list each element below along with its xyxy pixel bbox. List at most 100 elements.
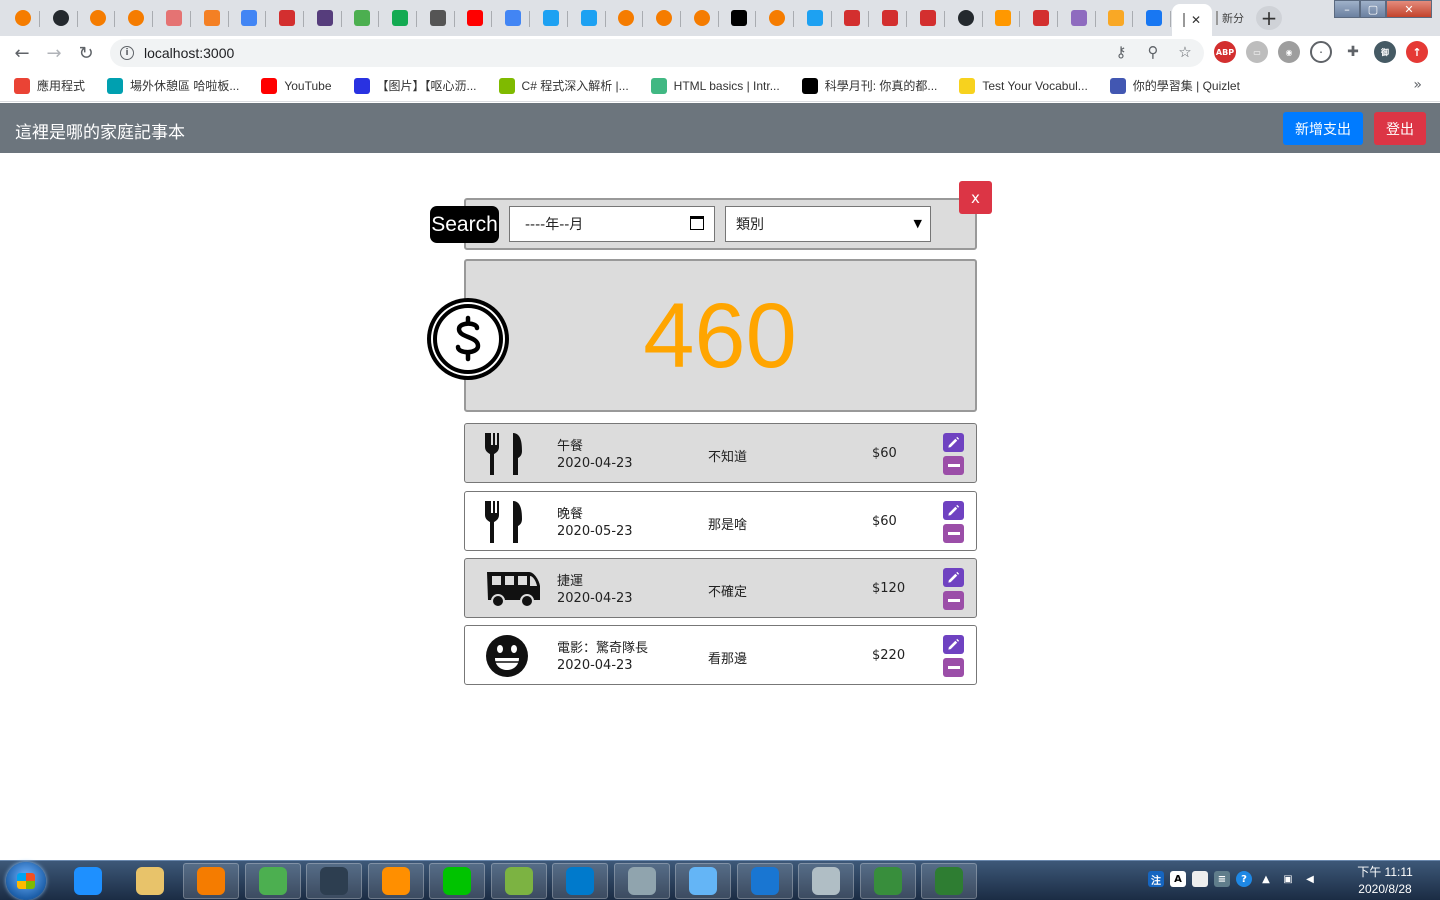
update-icon[interactable]: ↑ [1406,41,1428,63]
maximize-button[interactable]: ▢ [1360,0,1386,18]
browser-tab[interactable] [383,4,417,32]
browser-tab[interactable] [835,4,870,32]
bookmark-item[interactable]: HTML basics | Intr... [650,77,780,94]
taskbar-app[interactable] [122,863,178,899]
edit-button[interactable] [943,568,964,587]
info-icon[interactable]: i [120,46,134,60]
taskbar-app[interactable] [736,863,793,899]
tray-up-icon[interactable]: ▲ [1258,871,1274,887]
url-text[interactable]: localhost:3000 [144,45,234,61]
minimize-button[interactable]: – [1334,0,1360,18]
close-search-button[interactable]: x [959,181,992,214]
bookmark-item[interactable]: 應用程式 [14,77,85,94]
address-bar[interactable]: i localhost:3000 ⚷ ⚲ ☆ [110,39,1204,67]
browser-tab[interactable] [496,4,531,32]
browser-tab[interactable] [798,4,832,32]
browser-tab[interactable] [949,4,983,32]
taskbar-app[interactable] [675,863,731,899]
close-window-button[interactable]: ✕ [1386,0,1432,18]
circle-ext-icon[interactable]: · [1310,41,1332,63]
taskbar-app[interactable] [798,863,854,899]
browser-tab[interactable] [1137,4,1171,32]
browser-tab[interactable] [911,4,945,32]
browser-tab[interactable] [986,4,1021,32]
ime-fullwidth-icon[interactable] [1192,871,1208,887]
bookmark-item[interactable]: 科學月刊: 你真的都... [801,77,937,94]
taskbar-app[interactable] [244,863,301,899]
edit-button[interactable] [943,635,964,654]
zoom-icon[interactable]: ⚲ [1144,43,1162,61]
forward-arrow-icon[interactable]: → [42,41,66,65]
adblock-icon[interactable]: ABP [1214,41,1236,63]
taskbar-app[interactable] [921,863,977,899]
browser-tab[interactable] [345,4,380,32]
owl-icon[interactable]: ◉ [1278,41,1300,63]
close-tab-icon[interactable]: ✕ [1191,13,1201,27]
browser-tab[interactable] [270,4,304,32]
taskbar-app[interactable] [183,863,239,899]
start-button[interactable] [6,862,46,900]
browser-tab[interactable] [421,4,455,32]
taskbar-app[interactable] [859,863,916,899]
browser-tab[interactable] [1062,4,1096,32]
taskbar-app[interactable] [60,863,116,899]
ime-a-icon[interactable]: A [1170,871,1186,887]
browser-tab[interactable] [873,4,908,32]
puzzle-icon[interactable]: ✚ [1342,41,1364,63]
browser-tab[interactable] [6,4,40,32]
edit-button[interactable] [943,433,964,452]
active-tab[interactable]: ✕ [1172,4,1212,36]
star-icon[interactable]: ☆ [1176,43,1194,61]
tab-new-tab[interactable]: 新分 [1212,4,1248,32]
taskbar-app[interactable] [552,863,608,899]
reload-icon[interactable]: ↻ [74,41,98,65]
logout-button[interactable]: 登出 [1374,112,1426,145]
app-brand[interactable]: 這裡是哪的家庭記事本 [15,118,185,143]
back-arrow-icon[interactable]: ← [10,41,34,65]
browser-tab[interactable] [195,4,229,32]
bookmark-item[interactable]: 你的學習集 | Quizlet [1109,77,1240,94]
browser-tab[interactable] [308,4,342,32]
ime-icon[interactable]: 注 [1148,871,1164,887]
browser-tab[interactable] [157,4,191,32]
edit-button[interactable] [943,501,964,520]
ticket-icon[interactable]: ▭ [1246,41,1268,63]
taskbar-app[interactable] [367,863,424,899]
browser-tab[interactable] [534,4,568,32]
taskbar-app[interactable] [306,863,362,899]
browser-tab[interactable] [609,4,644,32]
browser-tab[interactable] [722,4,757,32]
profile-avatar[interactable]: 御 [1374,41,1396,63]
browser-tab[interactable] [81,4,116,32]
browser-tab[interactable] [647,4,681,32]
volume-icon[interactable]: ◀ [1302,871,1318,887]
browser-tab[interactable] [232,4,267,32]
taskbar-app[interactable] [429,863,485,899]
bookmark-item[interactable]: YouTube [261,77,332,94]
taskbar-app[interactable] [613,863,670,899]
browser-tab[interactable] [685,4,719,32]
network-icon[interactable]: ▣ [1280,871,1296,887]
key-icon[interactable]: ⚷ [1112,43,1130,61]
browser-tab[interactable] [119,4,154,32]
delete-button[interactable] [943,456,964,475]
calendar-icon[interactable] [690,216,704,230]
browser-tab[interactable] [44,4,78,32]
bookmark-item[interactable]: 場外休憩區 哈啦板... [107,77,239,94]
new-tab-button[interactable]: + [1256,6,1282,30]
bookmark-item[interactable]: Test Your Vocabul... [959,77,1088,94]
month-input[interactable]: ----年--月 [509,206,715,242]
browser-tab[interactable] [1099,4,1134,32]
browser-tab[interactable] [760,4,794,32]
bookmark-item[interactable]: 【图片】【呕心沥... [353,77,477,94]
category-select[interactable]: 類別 ▼ [725,206,931,242]
ime-tools-icon[interactable]: ≡ [1214,871,1230,887]
browser-tab[interactable] [572,4,606,32]
browser-tab[interactable] [1024,4,1058,32]
browser-tab[interactable] [458,4,493,32]
bookmarks-more-button[interactable]: » [1413,77,1422,93]
taskbar-clock[interactable]: 下午 11:11 2020/8/28 [1340,864,1430,898]
help-icon[interactable]: ? [1236,871,1252,887]
add-expense-button[interactable]: 新增支出 [1283,112,1363,145]
delete-button[interactable] [943,591,964,610]
